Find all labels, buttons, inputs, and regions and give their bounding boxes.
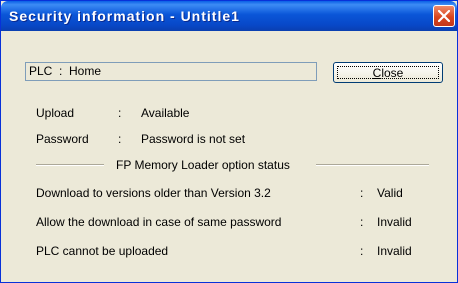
upload-label: Upload <box>36 106 75 120</box>
option-row-value: Invalid <box>377 244 412 258</box>
option-row-label: Download to versions older than Version … <box>36 186 271 200</box>
close-button-label: Close <box>337 66 439 80</box>
password-value: Password is not set <box>141 132 246 146</box>
security-info-dialog: Security information - Untitle1 PLC : Ho… <box>0 0 458 283</box>
option-row-value: Valid <box>377 186 403 200</box>
upload-value: Available <box>141 106 190 120</box>
group-divider-right <box>316 164 429 166</box>
option-row-separator: : <box>360 244 364 258</box>
close-button[interactable]: Close <box>333 62 443 83</box>
password-label: Password <box>36 132 89 146</box>
dialog-body: PLC : Home Close Upload : Available Pass… <box>4 31 454 279</box>
password-separator: : <box>118 132 122 146</box>
close-icon[interactable] <box>433 5 455 27</box>
upload-separator: : <box>118 106 122 120</box>
option-row-separator: : <box>360 215 364 229</box>
title-bar[interactable]: Security information - Untitle1 <box>1 1 457 31</box>
plc-name-field: PLC : Home <box>25 62 317 81</box>
option-row-value: Invalid <box>377 215 412 229</box>
group-divider-left <box>36 164 104 166</box>
option-status-group-title: FP Memory Loader option status <box>116 158 290 172</box>
option-row-separator: : <box>360 186 364 200</box>
option-row-label: PLC cannot be uploaded <box>36 244 169 258</box>
option-row-label: Allow the download in case of same passw… <box>36 215 282 229</box>
window-title: Security information - Untitle1 <box>9 8 240 24</box>
